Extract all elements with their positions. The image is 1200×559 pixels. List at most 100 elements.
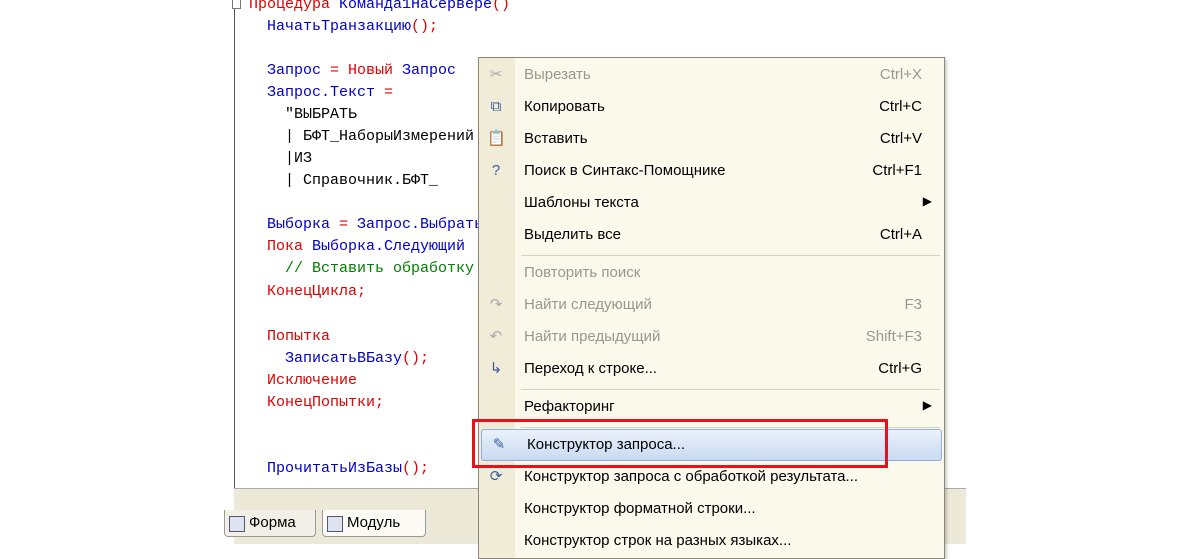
menu-item-label: Рефакторинг — [524, 398, 615, 415]
menu-item[interactable]: ? Поиск в Синтакс-Помощнике Ctrl+F1 — [479, 156, 944, 186]
menu-item-shortcut: Ctrl+V — [879, 130, 922, 147]
code-line[interactable]: // Вставить обработку — [249, 258, 474, 280]
code-line[interactable]: КонецПопытки; — [249, 392, 384, 414]
menu-item[interactable]: ⧉ Копировать Ctrl+C — [479, 92, 944, 122]
menu-item-shortcut: Ctrl+A — [879, 226, 922, 243]
scissors-icon: ✂ — [489, 66, 503, 83]
code-token: Запрос — [402, 62, 457, 79]
menu-item-shortcut: Ctrl+C — [879, 98, 922, 115]
menu-item[interactable]: 📋 Вставить Ctrl+V — [479, 124, 944, 154]
menu-item[interactable]: ↳ Переход к строке... Ctrl+G — [479, 354, 944, 384]
code-token: = — [384, 84, 394, 101]
code-token: Попытка — [249, 328, 331, 345]
menu-item-label: Копировать — [524, 98, 605, 115]
form-icon — [229, 516, 245, 532]
code-token: Запрос — [249, 62, 331, 79]
fold-toggle-icon[interactable] — [232, 0, 241, 9]
menu-item-label: Конструктор строк на разных языках... — [524, 532, 792, 549]
search-help-icon: ? — [491, 162, 501, 179]
menu-item[interactable]: ↷ Найти следующий F3 — [479, 290, 944, 320]
menu-item-label: Конструктор запроса с обработкой результ… — [524, 468, 858, 485]
menu-item-label: Вставить — [524, 130, 588, 147]
menu-item[interactable]: Шаблоны текста ▶ — [479, 188, 944, 218]
menu-item[interactable]: Конструктор строк на разных языках... — [479, 526, 944, 556]
code-line[interactable]: ЗаписатьВБазу(); — [249, 348, 429, 370]
code-line[interactable]: КонецЦикла; — [249, 281, 366, 303]
code-line[interactable]: Пока Выборка.Следующий — [249, 236, 465, 258]
menu-item[interactable]: ↶ Найти предыдущий Shift+F3 — [479, 322, 944, 352]
code-token: КонецПопытки; — [249, 394, 385, 411]
menu-item-label: Найти следующий — [524, 296, 652, 313]
code-token: Процедура — [249, 0, 340, 13]
code-token: Выборка — [249, 216, 340, 233]
menu-item-label: Переход к строке... — [524, 360, 658, 377]
menu-item-label: Повторить поиск — [524, 264, 641, 281]
tab-module[interactable]: Модуль — [322, 510, 426, 537]
code-token: Исключение — [249, 372, 358, 389]
copy-icon: ⧉ — [490, 98, 502, 115]
code-token: Выборка.Следующий — [312, 238, 466, 255]
code-token: Команда1НаСервере — [339, 0, 493, 13]
code-token: | БФТ_НаборыИзмерений — [249, 128, 475, 145]
menu-item-shortcut: Shift+F3 — [865, 328, 922, 345]
context-menu: ✂ Вырезать Ctrl+X ⧉ Копировать Ctrl+C 📋 Вставит… — [478, 57, 945, 559]
menu-item-label: Шаблоны текста — [524, 194, 639, 211]
code-token: ПрочитатьИзБазы — [249, 460, 403, 477]
code-line[interactable]: Процедура Команда1НаСервере() — [249, 0, 510, 16]
code-line[interactable]: НачатьТранзакцию(); — [249, 16, 438, 38]
code-token: Запрос.Текст — [249, 84, 385, 101]
code-line[interactable]: |ИЗ — [249, 148, 312, 170]
code-token: (); — [411, 18, 439, 35]
highlight-annotation-box — [472, 419, 888, 468]
code-token: = — [339, 216, 358, 233]
code-token: ЗаписатьВБазу — [249, 350, 403, 367]
code-token: Пока — [249, 238, 313, 255]
code-token: (); — [402, 350, 430, 367]
code-token: Запрос.Выбрать — [357, 216, 484, 233]
code-line[interactable]: Выборка = Запрос.Выбрать — [249, 214, 483, 236]
code-line[interactable]: Попытка — [249, 326, 330, 348]
find-next-icon: ↷ — [489, 296, 503, 313]
code-editor[interactable]: Процедура Команда1НаСервере() НачатьТран… — [234, 0, 510, 488]
menu-item-label: Вырезать — [524, 66, 591, 83]
tab-label: Форма — [249, 514, 296, 531]
menu-item[interactable]: Конструктор форматной строки... — [479, 494, 944, 524]
code-token: | Справочник.БФТ_ — [249, 172, 439, 189]
menu-item[interactable]: Выделить все Ctrl+A — [479, 220, 944, 250]
code-line[interactable]: Запрос.Текст = — [249, 82, 393, 104]
goto-line-icon: ↳ — [489, 360, 503, 377]
menu-item-label: Конструктор форматной строки... — [524, 500, 756, 517]
code-token: (); — [402, 460, 430, 477]
menu-item-shortcut: F3 — [904, 296, 922, 313]
code-line[interactable]: Запрос = Новый Запрос — [249, 60, 456, 82]
code-token: = — [330, 62, 349, 79]
tab-form[interactable]: Форма — [224, 510, 316, 537]
code-token: Новый — [348, 62, 403, 79]
menu-item-shortcut: Ctrl+X — [879, 66, 922, 83]
paste-icon: 📋 — [487, 130, 506, 147]
tab-label: Модуль — [347, 514, 401, 531]
menu-item-label: Найти предыдущий — [524, 328, 661, 345]
code-token: () — [492, 0, 511, 13]
menu-item-shortcut: Ctrl+F1 — [872, 162, 922, 179]
code-line[interactable]: Исключение — [249, 370, 357, 392]
menu-item[interactable]: Рефакторинг ▶ — [479, 392, 944, 422]
menu-item-label: Поиск в Синтакс-Помощнике — [524, 162, 726, 179]
code-token: // Вставить обработку — [249, 260, 475, 277]
code-token: КонецЦикла; — [249, 283, 367, 300]
menu-item[interactable]: Повторить поиск — [479, 258, 944, 288]
submenu-arrow-icon: ▶ — [922, 194, 932, 208]
code-line[interactable]: ПрочитатьИзБазы(); — [249, 458, 429, 480]
code-line[interactable]: "ВЫБРАТЬ — [249, 104, 357, 126]
submenu-arrow-icon: ▶ — [922, 398, 932, 412]
code-token: |ИЗ — [249, 150, 313, 167]
menu-item[interactable]: ✂ Вырезать Ctrl+X — [479, 60, 944, 90]
code-line[interactable]: | БФТ_НаборыИзмерений — [249, 126, 474, 148]
menu-separator — [521, 255, 940, 256]
code-token: НачатьТранзакцию — [249, 18, 412, 35]
code-token: "ВЫБРАТЬ — [249, 106, 358, 123]
menu-item-shortcut: Ctrl+G — [878, 360, 922, 377]
query-builder-result-icon: ⟳ — [489, 468, 503, 485]
module-icon — [327, 516, 343, 532]
code-line[interactable]: | Справочник.БФТ_ — [249, 170, 438, 192]
